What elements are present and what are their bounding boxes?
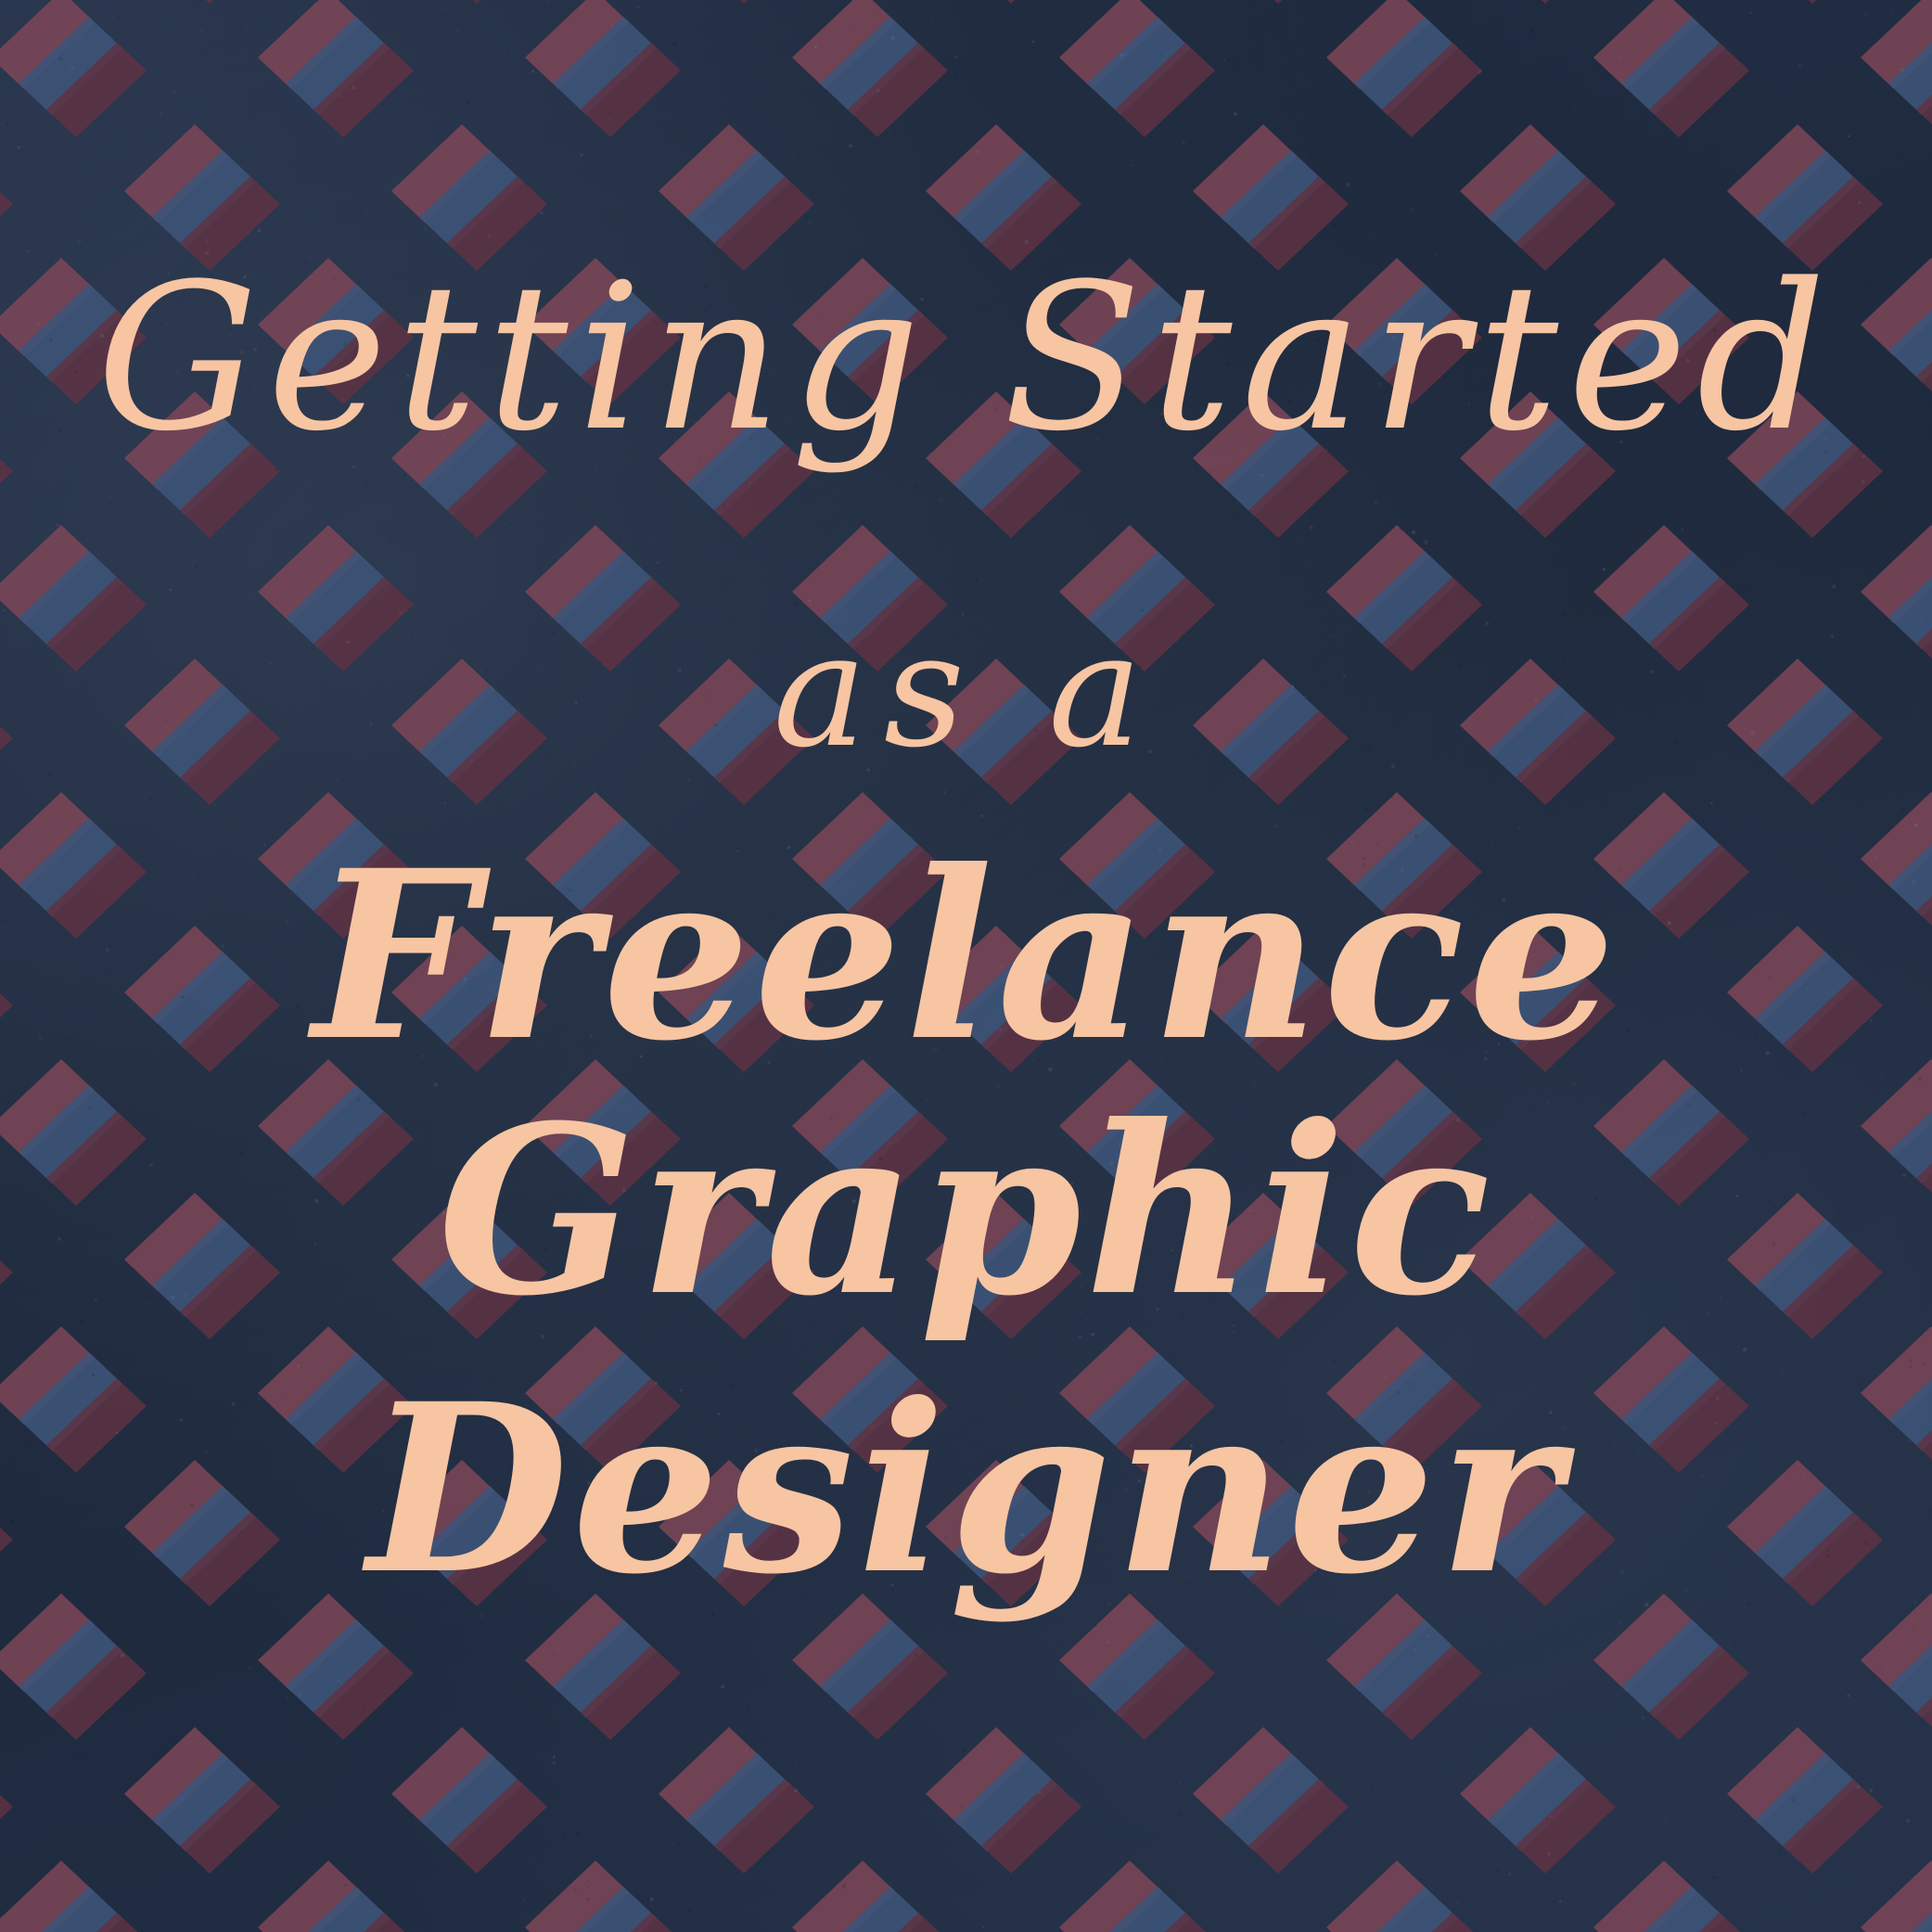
title-line-freelance: Freelance	[313, 819, 1619, 1092]
title-line-as-a: as a	[773, 599, 1159, 783]
title-line-getting-started: Getting Started	[96, 241, 1836, 476]
poster-canvas: Getting Started as a Freelance Graphic D…	[0, 0, 1932, 1932]
poster-title: Getting Started as a Freelance Graphic D…	[0, 0, 1932, 1932]
title-line-designer: Designer	[367, 1352, 1565, 1625]
title-line-graphic: Graphic	[438, 1074, 1494, 1347]
